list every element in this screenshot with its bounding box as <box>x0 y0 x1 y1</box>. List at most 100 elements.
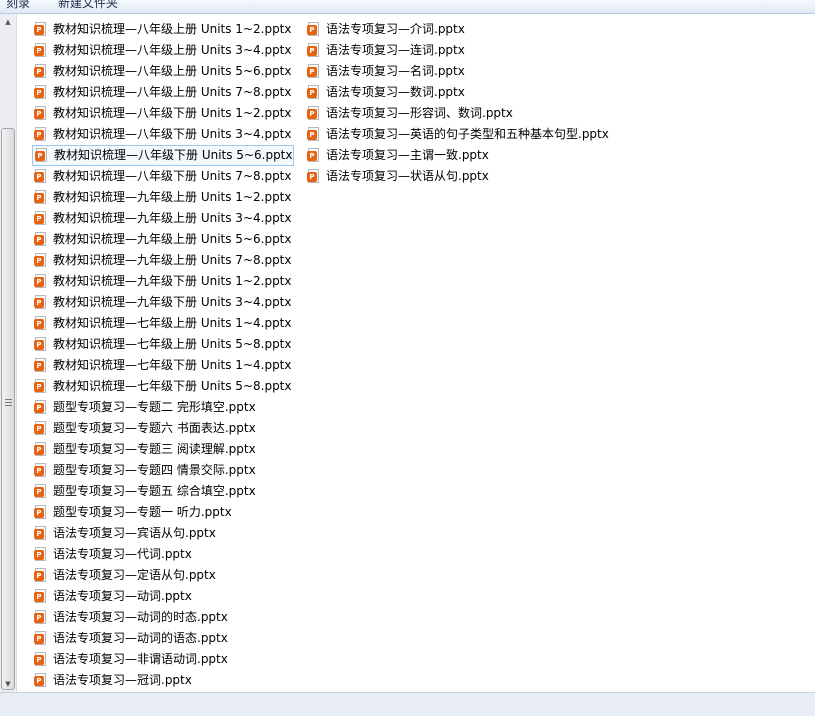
file-item[interactable]: P 教材知识梳理—八年级上册 Units 3~4.pptx <box>32 40 294 61</box>
file-name: 教材知识梳理—七年级下册 Units 5~8.pptx <box>53 379 292 393</box>
file-column-1: P 教材知识梳理—八年级上册 Units 1~2.pptx P 教材知识梳理—八年级上… <box>32 19 294 691</box>
pptx-file-icon: P <box>307 127 320 142</box>
file-item[interactable]: P 语法专项复习—连词.pptx <box>305 40 609 61</box>
pptx-file-icon: P <box>34 64 47 79</box>
file-item[interactable]: P 教材知识梳理—八年级上册 Units 1~2.pptx <box>32 19 294 40</box>
file-name: 语法专项复习—冠词.pptx <box>53 673 192 687</box>
file-name: 题型专项复习—专题三 阅读理解.pptx <box>53 442 256 456</box>
file-item[interactable]: P 教材知识梳理—九年级上册 Units 7~8.pptx <box>32 250 294 271</box>
file-name: 题型专项复习—专题五 综合填空.pptx <box>53 484 256 498</box>
pptx-file-icon: P <box>34 421 47 436</box>
file-item[interactable]: P 教材知识梳理—七年级上册 Units 5~8.pptx <box>32 334 294 355</box>
pptx-file-icon: P <box>34 379 47 394</box>
pptx-file-icon: P <box>34 631 47 646</box>
file-name: 语法专项复习—状语从句.pptx <box>326 169 489 183</box>
pptx-file-icon: P <box>34 190 47 205</box>
pptx-file-icon: P <box>34 505 47 520</box>
file-name: 教材知识梳理—八年级上册 Units 1~2.pptx <box>53 22 292 36</box>
burn-button[interactable]: 刻录 <box>6 0 30 11</box>
file-item[interactable]: P 教材知识梳理—九年级下册 Units 1~2.pptx <box>32 271 294 292</box>
grip-icon <box>5 399 12 406</box>
file-item[interactable]: P 语法专项复习—冠词.pptx <box>32 670 294 691</box>
file-item[interactable]: P 题型专项复习—专题五 综合填空.pptx <box>32 481 294 502</box>
pptx-file-icon: P <box>34 295 47 310</box>
file-name: 教材知识梳理—九年级上册 Units 1~2.pptx <box>53 190 292 204</box>
pptx-file-icon: P <box>34 652 47 667</box>
pptx-file-icon: P <box>34 274 47 289</box>
file-item[interactable]: P 题型专项复习—专题三 阅读理解.pptx <box>32 439 294 460</box>
pptx-file-icon: P <box>34 358 47 373</box>
file-name: 题型专项复习—专题一 听力.pptx <box>53 505 232 519</box>
file-item[interactable]: P 教材知识梳理—八年级下册 Units 7~8.pptx <box>32 166 294 187</box>
file-item[interactable]: P 教材知识梳理—九年级下册 Units 3~4.pptx <box>32 292 294 313</box>
file-item[interactable]: P 语法专项复习—非谓语动词.pptx <box>32 649 294 670</box>
status-bar <box>0 692 815 716</box>
pptx-file-icon: P <box>34 400 47 415</box>
file-column-2: P 语法专项复习—介词.pptx P 语法专项复习—连词.pptx P 语法专项复习—名词… <box>305 19 609 187</box>
file-item[interactable]: P 语法专项复习—状语从句.pptx <box>305 166 609 187</box>
file-name: 教材知识梳理—八年级下册 Units 3~4.pptx <box>53 127 292 141</box>
file-name: 语法专项复习—英语的句子类型和五种基本句型.pptx <box>326 127 609 141</box>
pptx-file-icon: P <box>34 316 47 331</box>
file-item[interactable]: P 语法专项复习—动词的时态.pptx <box>32 607 294 628</box>
file-name: 语法专项复习—代词.pptx <box>53 547 192 561</box>
file-item[interactable]: P 教材知识梳理—七年级上册 Units 1~4.pptx <box>32 313 294 334</box>
file-item[interactable]: P 语法专项复习—定语从句.pptx <box>32 565 294 586</box>
pptx-file-icon: P <box>307 22 320 37</box>
file-item[interactable]: P 教材知识梳理—九年级上册 Units 3~4.pptx <box>32 208 294 229</box>
file-item[interactable]: P 教材知识梳理—八年级下册 Units 5~6.pptx <box>32 145 294 166</box>
pptx-file-icon: P <box>34 526 47 541</box>
file-item[interactable]: P 教材知识梳理—七年级下册 Units 1~4.pptx <box>32 355 294 376</box>
file-name: 教材知识梳理—八年级上册 Units 7~8.pptx <box>53 85 292 99</box>
file-name: 教材知识梳理—九年级上册 Units 3~4.pptx <box>53 211 292 225</box>
file-item[interactable]: P 语法专项复习—宾语从句.pptx <box>32 523 294 544</box>
toolbar: 刻录 新建文件夹 <box>0 0 815 14</box>
scroll-down-icon[interactable]: ▼ <box>0 676 16 692</box>
file-item[interactable]: P 语法专项复习—数词.pptx <box>305 82 609 103</box>
pptx-file-icon: P <box>34 547 47 562</box>
file-name: 题型专项复习—专题四 情景交际.pptx <box>53 463 256 477</box>
pptx-file-icon: P <box>34 442 47 457</box>
file-name: 语法专项复习—连词.pptx <box>326 43 465 57</box>
pptx-file-icon: P <box>34 43 47 58</box>
file-item[interactable]: P 题型专项复习—专题二 完形填空.pptx <box>32 397 294 418</box>
file-item[interactable]: P 教材知识梳理—九年级上册 Units 1~2.pptx <box>32 187 294 208</box>
pptx-file-icon: P <box>34 211 47 226</box>
pptx-file-icon: P <box>34 337 47 352</box>
new-folder-button[interactable]: 新建文件夹 <box>58 0 118 11</box>
scrollbar-thumb[interactable] <box>1 128 15 690</box>
file-item[interactable]: P 语法专项复习—动词的语态.pptx <box>32 628 294 649</box>
file-item[interactable]: P 语法专项复习—代词.pptx <box>32 544 294 565</box>
file-item[interactable]: P 语法专项复习—主谓一致.pptx <box>305 145 609 166</box>
file-item[interactable]: P 题型专项复习—专题六 书面表达.pptx <box>32 418 294 439</box>
file-item[interactable]: P 语法专项复习—形容词、数词.pptx <box>305 103 609 124</box>
file-name: 语法专项复习—介词.pptx <box>326 22 465 36</box>
file-item[interactable]: P 教材知识梳理—八年级上册 Units 5~6.pptx <box>32 61 294 82</box>
file-item[interactable]: P 语法专项复习—介词.pptx <box>305 19 609 40</box>
pptx-file-icon: P <box>34 106 47 121</box>
file-item[interactable]: P 题型专项复习—专题一 听力.pptx <box>32 502 294 523</box>
file-name: 语法专项复习—定语从句.pptx <box>53 568 216 582</box>
pptx-file-icon: P <box>34 232 47 247</box>
file-name: 教材知识梳理—八年级下册 Units 1~2.pptx <box>53 106 292 120</box>
file-item[interactable]: P 教材知识梳理—九年级上册 Units 5~6.pptx <box>32 229 294 250</box>
pptx-file-icon: P <box>34 169 47 184</box>
file-item[interactable]: P 题型专项复习—专题四 情景交际.pptx <box>32 460 294 481</box>
file-name: 题型专项复习—专题六 书面表达.pptx <box>53 421 256 435</box>
vertical-scrollbar[interactable]: ▲ ▼ <box>0 14 17 692</box>
file-item[interactable]: P 语法专项复习—英语的句子类型和五种基本句型.pptx <box>305 124 609 145</box>
file-item[interactable]: P 语法专项复习—动词.pptx <box>32 586 294 607</box>
file-item[interactable]: P 语法专项复习—名词.pptx <box>305 61 609 82</box>
pptx-file-icon: P <box>34 484 47 499</box>
pptx-file-icon: P <box>307 169 320 184</box>
file-item[interactable]: P 教材知识梳理—七年级下册 Units 5~8.pptx <box>32 376 294 397</box>
file-name: 语法专项复习—动词的语态.pptx <box>53 631 228 645</box>
file-name: 教材知识梳理—七年级上册 Units 1~4.pptx <box>53 316 292 330</box>
file-item[interactable]: P 教材知识梳理—八年级上册 Units 7~8.pptx <box>32 82 294 103</box>
pptx-file-icon: P <box>307 106 320 121</box>
scroll-up-icon[interactable]: ▲ <box>0 14 16 30</box>
file-item[interactable]: P 教材知识梳理—八年级下册 Units 3~4.pptx <box>32 124 294 145</box>
file-item[interactable]: P 教材知识梳理—八年级下册 Units 1~2.pptx <box>32 103 294 124</box>
pptx-file-icon: P <box>34 589 47 604</box>
pptx-file-icon: P <box>307 43 320 58</box>
